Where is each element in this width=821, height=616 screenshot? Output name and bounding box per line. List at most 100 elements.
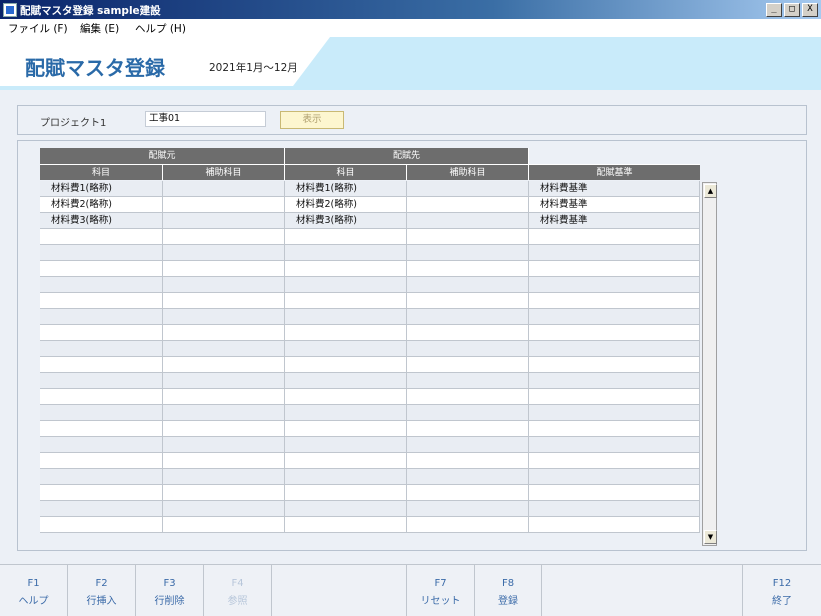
table-row[interactable] bbox=[40, 373, 700, 389]
table-cell[interactable] bbox=[529, 453, 700, 469]
table-cell[interactable] bbox=[163, 309, 285, 325]
table-cell[interactable] bbox=[163, 501, 285, 517]
table-cell[interactable] bbox=[163, 197, 285, 213]
table-cell[interactable] bbox=[529, 389, 700, 405]
table-cell[interactable] bbox=[285, 469, 407, 485]
table-cell[interactable] bbox=[529, 405, 700, 421]
table-cell[interactable] bbox=[40, 325, 163, 341]
table-cell[interactable] bbox=[40, 357, 163, 373]
scroll-down-button[interactable]: ▼ bbox=[704, 530, 717, 544]
table-cell[interactable] bbox=[163, 389, 285, 405]
table-cell[interactable] bbox=[407, 437, 529, 453]
menu-help[interactable]: ヘルプ (H) bbox=[135, 21, 186, 36]
table-cell[interactable]: 材料費基準 bbox=[529, 213, 700, 229]
fkey-f1-button[interactable]: F1 ヘルプ bbox=[0, 565, 68, 616]
table-cell[interactable] bbox=[529, 373, 700, 389]
table-cell[interactable] bbox=[407, 277, 529, 293]
table-cell[interactable] bbox=[40, 405, 163, 421]
table-cell[interactable] bbox=[285, 277, 407, 293]
table-cell[interactable] bbox=[529, 245, 700, 261]
table-cell[interactable] bbox=[285, 453, 407, 469]
table-row[interactable] bbox=[40, 389, 700, 405]
fkey-f8-button[interactable]: F8 登録 bbox=[475, 565, 542, 616]
table-cell[interactable]: 材料費2(略称) bbox=[40, 197, 163, 213]
table-cell[interactable] bbox=[529, 229, 700, 245]
table-row[interactable]: 材料費1(略称) 材料費1(略称) 材料費基準 bbox=[40, 181, 700, 197]
fkey-f2-button[interactable]: F2 行挿入 bbox=[68, 565, 136, 616]
table-cell[interactable] bbox=[285, 405, 407, 421]
table-cell[interactable] bbox=[40, 437, 163, 453]
scroll-up-button[interactable]: ▲ bbox=[704, 184, 717, 198]
table-cell[interactable] bbox=[285, 229, 407, 245]
table-cell[interactable]: 材料費3(略称) bbox=[40, 213, 163, 229]
table-cell[interactable] bbox=[40, 293, 163, 309]
close-button[interactable]: X bbox=[802, 3, 818, 17]
table-cell[interactable] bbox=[285, 245, 407, 261]
table-cell[interactable]: 材料費基準 bbox=[529, 181, 700, 197]
table-cell[interactable] bbox=[163, 517, 285, 533]
table-cell[interactable] bbox=[40, 277, 163, 293]
table-cell[interactable] bbox=[407, 293, 529, 309]
table-row[interactable] bbox=[40, 341, 700, 357]
table-cell[interactable] bbox=[40, 373, 163, 389]
table-row[interactable] bbox=[40, 485, 700, 501]
table-cell[interactable] bbox=[407, 405, 529, 421]
table-cell[interactable] bbox=[40, 261, 163, 277]
table-cell[interactable] bbox=[529, 485, 700, 501]
table-cell[interactable] bbox=[407, 213, 529, 229]
table-row[interactable] bbox=[40, 229, 700, 245]
table-cell[interactable] bbox=[40, 245, 163, 261]
table-cell[interactable] bbox=[163, 373, 285, 389]
project-input[interactable]: 工事01 bbox=[145, 111, 266, 127]
table-row[interactable] bbox=[40, 245, 700, 261]
table-row[interactable] bbox=[40, 501, 700, 517]
table-cell[interactable] bbox=[163, 469, 285, 485]
table-row[interactable] bbox=[40, 277, 700, 293]
table-cell[interactable] bbox=[163, 277, 285, 293]
table-cell[interactable] bbox=[407, 469, 529, 485]
menu-edit[interactable]: 編集 (E) bbox=[80, 21, 119, 36]
table-cell[interactable] bbox=[163, 245, 285, 261]
table-cell[interactable] bbox=[163, 325, 285, 341]
table-cell[interactable]: 材料費1(略称) bbox=[285, 181, 407, 197]
table-cell[interactable] bbox=[163, 485, 285, 501]
maximize-button[interactable]: □ bbox=[784, 3, 800, 17]
menu-file[interactable]: ファイル (F) bbox=[8, 21, 68, 36]
table-cell[interactable] bbox=[529, 325, 700, 341]
table-cell[interactable] bbox=[163, 437, 285, 453]
table-cell[interactable] bbox=[407, 261, 529, 277]
table-cell[interactable]: 材料費2(略称) bbox=[285, 197, 407, 213]
table-cell[interactable] bbox=[407, 245, 529, 261]
table-cell[interactable] bbox=[285, 261, 407, 277]
table-cell[interactable] bbox=[407, 357, 529, 373]
table-cell[interactable] bbox=[285, 485, 407, 501]
table-cell[interactable] bbox=[40, 453, 163, 469]
table-cell[interactable] bbox=[529, 517, 700, 533]
table-row[interactable] bbox=[40, 421, 700, 437]
table-cell[interactable] bbox=[529, 309, 700, 325]
table-cell[interactable] bbox=[40, 389, 163, 405]
table-cell[interactable] bbox=[163, 261, 285, 277]
table-cell[interactable] bbox=[163, 421, 285, 437]
table-cell[interactable] bbox=[285, 293, 407, 309]
table-cell[interactable] bbox=[163, 213, 285, 229]
table-cell[interactable] bbox=[285, 421, 407, 437]
table-row[interactable] bbox=[40, 309, 700, 325]
table-cell[interactable] bbox=[40, 501, 163, 517]
table-row[interactable] bbox=[40, 325, 700, 341]
table-cell[interactable] bbox=[163, 229, 285, 245]
grid-scrollbar[interactable]: ▲ ▼ bbox=[702, 182, 717, 546]
table-cell[interactable] bbox=[163, 181, 285, 197]
table-cell[interactable] bbox=[163, 453, 285, 469]
table-cell[interactable] bbox=[285, 517, 407, 533]
table-cell[interactable] bbox=[40, 517, 163, 533]
table-cell[interactable] bbox=[529, 501, 700, 517]
table-cell[interactable] bbox=[285, 325, 407, 341]
table-cell[interactable] bbox=[285, 309, 407, 325]
table-cell[interactable] bbox=[285, 501, 407, 517]
table-row[interactable] bbox=[40, 405, 700, 421]
table-cell[interactable] bbox=[529, 293, 700, 309]
table-row[interactable] bbox=[40, 261, 700, 277]
table-cell[interactable] bbox=[407, 229, 529, 245]
table-cell[interactable] bbox=[163, 357, 285, 373]
